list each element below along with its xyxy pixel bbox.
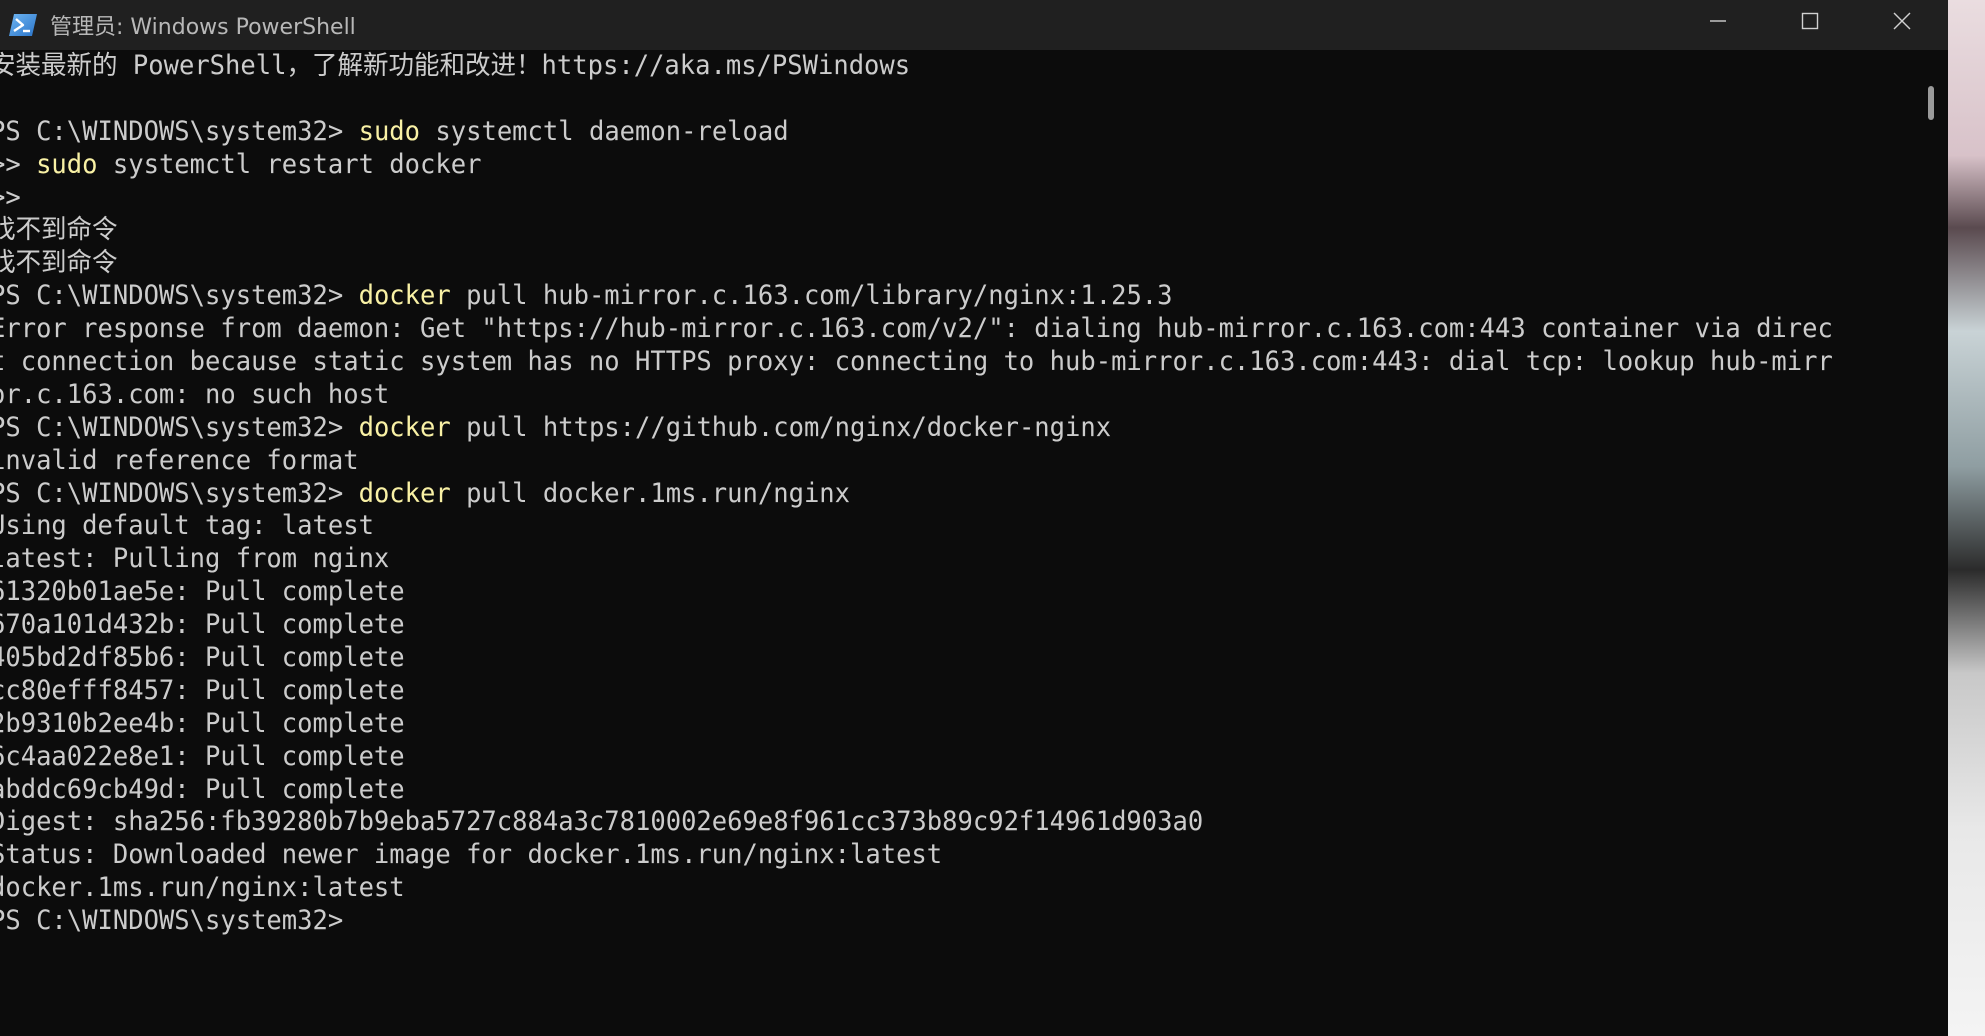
- terminal-line: 6c4aa022e8e1: Pull complete: [0, 741, 405, 772]
- terminal-line: PS C:\WINDOWS\system32> docker pull dock…: [0, 478, 1847, 511]
- command-arguments: pull hub-mirror.c.163.com/library/nginx:…: [450, 281, 1173, 312]
- prompt-text: PS C:\WINDOWS\system32>: [0, 281, 359, 312]
- terminal-line: 2b9310b2ee4b: Pull complete: [0, 708, 405, 739]
- terminal-line: t connection because static system has n…: [0, 347, 1833, 378]
- terminal-line: PS C:\WINDOWS\system32> docker pull http…: [0, 412, 1847, 445]
- command-name: sudo: [358, 116, 421, 147]
- terminal-line: Error response from daemon: Get "https:/…: [0, 314, 1833, 345]
- powershell-window: 管理员: Windows PowerShell 安装最新的 PowerShell…: [0, 0, 1948, 1036]
- command-name: sudo: [36, 149, 98, 180]
- terminal-line: or.c.163.com: no such host: [0, 379, 390, 410]
- terminal-line: 找不到命令: [0, 215, 118, 246]
- command-name: docker: [358, 281, 451, 312]
- maximize-icon: [1800, 11, 1820, 36]
- terminal-line: invalid reference format: [0, 445, 359, 476]
- maximize-button[interactable]: [1764, 0, 1856, 46]
- terminal-line: Using default tag: latest: [0, 511, 374, 542]
- terminal-line: PS C:\WINDOWS\system32> sudo systemctl d…: [0, 116, 1847, 149]
- desktop-background-edge: [1948, 0, 1985, 1036]
- minimize-icon: [1708, 11, 1728, 36]
- command-name: docker: [358, 412, 451, 443]
- scrollbar-thumb[interactable]: [1928, 86, 1934, 120]
- prompt-text: PS C:\WINDOWS\system32>: [0, 478, 359, 509]
- close-icon: [1892, 11, 1912, 36]
- prompt-text: >>: [0, 149, 21, 180]
- terminal-line: 670a101d432b: Pull complete: [0, 610, 405, 641]
- terminal-line: docker.1ms.run/nginx:latest: [0, 873, 405, 904]
- prompt-text: PS C:\WINDOWS\system32>: [0, 412, 359, 443]
- title-bar[interactable]: 管理员: Windows PowerShell: [0, 0, 1948, 50]
- terminal-line: cc80efff8457: Pull complete: [0, 675, 405, 706]
- window-controls: [1672, 0, 1948, 50]
- terminal-line: Digest: sha256:fb39280b7b9eba5727c884a3c…: [0, 807, 1204, 838]
- terminal-line: 61320b01ae5e: Pull complete: [0, 577, 405, 608]
- terminal-line: >>: [0, 182, 21, 213]
- command-name: docker: [358, 478, 451, 509]
- command-arguments: pull https://github.com/nginx/docker-ngi…: [450, 412, 1112, 443]
- command-arguments: systemctl restart docker: [97, 149, 482, 180]
- terminal-line: Status: Downloaded newer image for docke…: [0, 840, 943, 871]
- minimize-button[interactable]: [1672, 0, 1764, 46]
- command-arguments: pull docker.1ms.run/nginx: [450, 478, 851, 509]
- terminal-line: >> sudo systemctl restart docker: [0, 149, 1847, 182]
- terminal-line: PS C:\WINDOWS\system32> docker pull hub-…: [0, 280, 1847, 313]
- terminal-line: 找不到命令: [0, 248, 118, 279]
- terminal-line: PS C:\WINDOWS\system32>: [0, 906, 344, 937]
- command-arguments: systemctl daemon-reload: [420, 116, 789, 147]
- terminal-line: latest: Pulling from nginx: [0, 544, 390, 575]
- terminal-output[interactable]: 安装最新的 PowerShell，了解新功能和改进！https://aka.ms…: [0, 50, 1914, 1036]
- close-button[interactable]: [1856, 0, 1948, 46]
- prompt-text: PS C:\WINDOWS\system32>: [0, 116, 359, 147]
- powershell-icon: [8, 13, 38, 37]
- terminal-line: abddc69cb49d: Pull complete: [0, 774, 405, 805]
- window-title: 管理员: Windows PowerShell: [50, 15, 356, 40]
- terminal-line: 405bd2df85b6: Pull complete: [0, 643, 405, 674]
- terminal-line: 安装最新的 PowerShell，了解新功能和改进！https://aka.ms…: [0, 51, 911, 81]
